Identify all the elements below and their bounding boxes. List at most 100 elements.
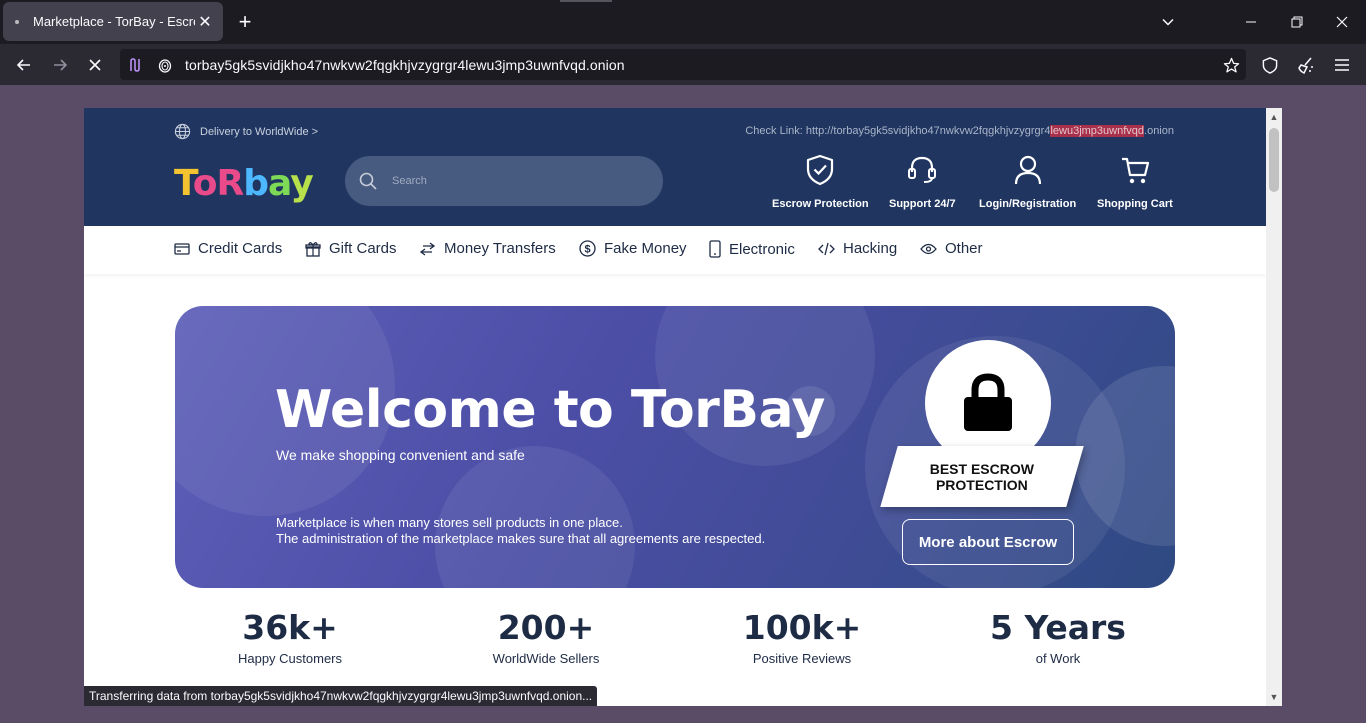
stat-number: 36k+ [242, 608, 338, 647]
escrow-protection-link[interactable]: Escrow Protection [772, 154, 869, 210]
loading-dot-icon [15, 19, 19, 24]
stat-number: 5 Years [990, 608, 1126, 647]
address-bar[interactable]: torbay5gk5svidjkho47nwkvw2fqgkhjvzygrgr4… [120, 49, 1246, 80]
stop-button[interactable] [80, 50, 110, 80]
category-label: Money Transfers [444, 240, 556, 257]
tor-circuit-icon[interactable] [123, 53, 147, 77]
gift-icon [305, 241, 321, 257]
delivery-link[interactable]: Delivery to WorldWide > [174, 123, 318, 140]
stat-label: WorldWide Sellers [492, 651, 600, 666]
support-label: Support 24/7 [889, 198, 956, 210]
new-identity-button[interactable] [1291, 50, 1321, 80]
stat-customers: 36k+ Happy Customers [170, 608, 410, 666]
category-gift-cards[interactable]: Gift Cards [305, 240, 397, 257]
cart-label: Shopping Cart [1097, 198, 1173, 210]
transfer-arrows-icon [419, 241, 436, 256]
stat-label: Happy Customers [237, 651, 343, 666]
escrow-label: Escrow Protection [772, 198, 869, 210]
category-nav: Credit Cards Gift Cards Money Transfers … [84, 226, 1266, 274]
close-window-button[interactable] [1319, 0, 1365, 44]
browser-tab[interactable]: Marketplace - TorBay - Escrow ✕ [3, 2, 223, 41]
scroll-down-icon[interactable]: ▼ [1269, 690, 1279, 704]
onion-icon[interactable] [153, 53, 177, 77]
credit-card-icon [174, 242, 190, 255]
shield-icon [1262, 56, 1278, 74]
user-icon [1014, 155, 1041, 185]
shopping-cart-link[interactable]: Shopping Cart [1097, 154, 1173, 210]
drag-strip [560, 0, 612, 2]
torbay-logo[interactable]: ToRbay [174, 163, 314, 204]
logo-letter: a [268, 163, 291, 204]
forward-button[interactable] [45, 50, 75, 80]
eye-icon [920, 243, 937, 255]
login-link[interactable]: Login/Registration [979, 154, 1076, 210]
restore-button[interactable] [1274, 0, 1320, 44]
stop-icon [89, 59, 101, 71]
stat-number: 200+ [497, 608, 595, 647]
back-button[interactable] [9, 50, 39, 80]
category-electronic[interactable]: Electronic [709, 240, 795, 258]
hamburger-icon [1335, 59, 1349, 71]
category-label: Hacking [843, 240, 898, 257]
category-hacking[interactable]: Hacking [818, 240, 897, 257]
tab-bar: Marketplace - TorBay - Escrow ✕ + [0, 0, 1366, 44]
restore-icon [1291, 16, 1303, 28]
check-link: Check Link: http://torbay5gk5svidjkho47n… [745, 125, 1174, 137]
status-bar: Transferring data from torbay5gk5svidjkh… [84, 686, 598, 706]
login-label: Login/Registration [979, 198, 1077, 210]
shield-check-icon [807, 154, 834, 186]
security-level-button[interactable] [1255, 50, 1285, 80]
category-label: Credit Cards [198, 240, 283, 257]
minimize-button[interactable] [1228, 0, 1274, 44]
category-fake-money[interactable]: $ Fake Money [579, 240, 687, 257]
category-label: Fake Money [604, 240, 687, 257]
logo-letter: y [290, 163, 313, 204]
arrow-right-icon [54, 59, 68, 71]
stat-label: Positive Reviews [752, 651, 852, 666]
delivery-text: Delivery to WorldWide > [200, 125, 319, 138]
search-icon[interactable] [359, 172, 377, 190]
support-link[interactable]: Support 24/7 [889, 154, 956, 210]
page-scrollbar[interactable]: ▲ ▼ [1266, 108, 1282, 706]
category-money-transfers[interactable]: Money Transfers [419, 240, 556, 257]
check-link-suffix: .onion [1144, 125, 1174, 137]
menu-button[interactable] [1327, 50, 1357, 80]
cart-icon [1121, 157, 1149, 184]
hero-desc-line: The administration of the marketplace ma… [276, 531, 766, 546]
more-about-escrow-button[interactable]: More about Escrow [902, 519, 1074, 565]
logo-letter: b [243, 163, 269, 204]
logo-letter: T [174, 163, 194, 204]
category-other[interactable]: Other [920, 240, 983, 257]
chevron-down-icon [1162, 18, 1174, 26]
stat-label: of Work [1035, 651, 1081, 666]
hero-banner: Welcome to TorBay We make shopping conve… [175, 306, 1175, 588]
list-tabs-button[interactable] [1145, 0, 1191, 44]
tab-close-icon[interactable]: ✕ [195, 12, 215, 32]
url-text[interactable]: torbay5gk5svidjkho47nwkvw2fqgkhjvzygrgr4… [185, 57, 625, 73]
stat-sellers: 200+ WorldWide Sellers [426, 608, 666, 666]
new-tab-button[interactable]: + [232, 8, 258, 36]
star-icon [1223, 57, 1239, 73]
navigation-toolbar: torbay5gk5svidjkho47nwkvw2fqgkhjvzygrgr4… [0, 44, 1366, 85]
stat-reviews: 100k+ Positive Reviews [682, 608, 922, 666]
phone-icon [709, 240, 721, 258]
site-header: Delivery to WorldWide > Check Link: http… [84, 108, 1266, 226]
tab-title: Marketplace - TorBay - Escrow [33, 14, 195, 29]
bookmark-button[interactable] [1216, 50, 1246, 80]
dollar-coin-icon: $ [579, 240, 596, 257]
minimize-icon [1246, 21, 1256, 23]
broom-icon [1298, 57, 1313, 74]
search-input[interactable] [392, 175, 632, 187]
scroll-up-icon[interactable]: ▲ [1269, 110, 1279, 124]
logo-letter: o [192, 163, 218, 204]
category-label: Gift Cards [329, 240, 397, 257]
hero-desc-line: Marketplace is when many stores sell pro… [276, 515, 623, 530]
scroll-thumb[interactable] [1269, 128, 1279, 192]
check-link-highlight: lewu3jmp3uwnfvqd [1050, 125, 1145, 137]
category-credit-cards[interactable]: Credit Cards [174, 240, 282, 257]
svg-text:$: $ [584, 244, 590, 256]
search-box[interactable] [345, 156, 663, 206]
stat-years: 5 Years of Work [938, 608, 1178, 666]
hero-title: Welcome to TorBay [275, 380, 825, 440]
code-icon [818, 242, 835, 256]
